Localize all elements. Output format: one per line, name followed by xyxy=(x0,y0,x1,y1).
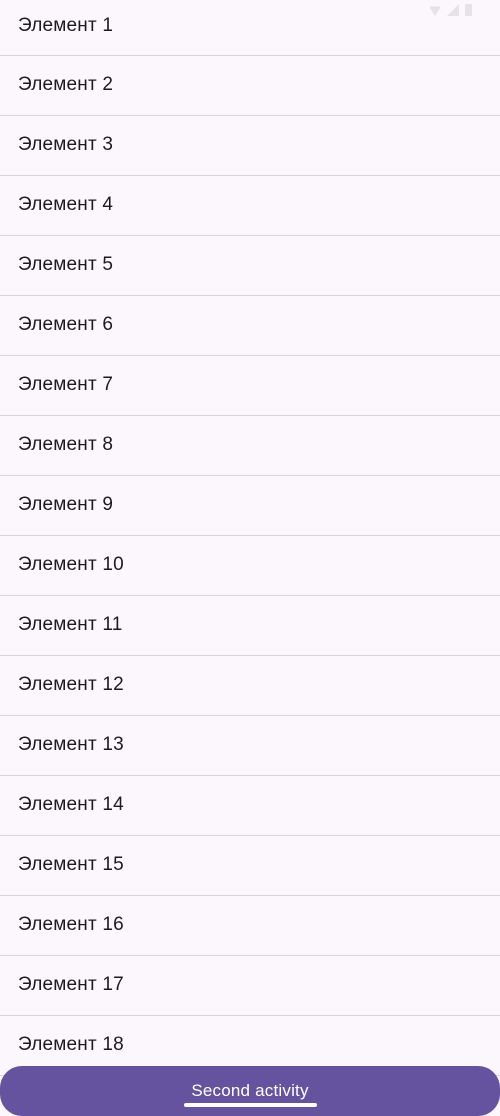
list-item[interactable]: Элемент 11 xyxy=(0,596,500,656)
list-item-label: Элемент 13 xyxy=(18,734,124,755)
list-item[interactable]: Элемент 17 xyxy=(0,956,500,1016)
list-item[interactable]: Элемент 13 xyxy=(0,716,500,776)
list-item-label: Элемент 17 xyxy=(18,974,124,995)
list-item[interactable]: Элемент 8 xyxy=(0,416,500,476)
list-item[interactable]: Элемент 10 xyxy=(0,536,500,596)
list-item-label: Элемент 14 xyxy=(18,794,124,815)
list-item-label: Элемент 5 xyxy=(18,254,114,275)
list-item[interactable]: Элемент 5 xyxy=(0,236,500,296)
list-item-label: Элемент 9 xyxy=(18,494,114,515)
gesture-navigation-bar[interactable] xyxy=(184,1103,317,1107)
list-item-label: Элемент 1 xyxy=(18,15,114,36)
second-activity-button[interactable]: Second activity xyxy=(0,1066,500,1116)
list-item-label: Элемент 2 xyxy=(18,74,114,95)
list-item-label: Элемент 11 xyxy=(18,614,123,635)
list-item-label: Элемент 6 xyxy=(18,314,114,335)
list-item[interactable]: Элемент 4 xyxy=(0,176,500,236)
list-item-label: Элемент 15 xyxy=(18,854,124,875)
list-item[interactable]: Элемент 2 xyxy=(0,56,500,116)
list-item-label: Элемент 12 xyxy=(18,674,124,695)
list-item[interactable]: Элемент 9 xyxy=(0,476,500,536)
list-item-label: Элемент 8 xyxy=(18,434,114,455)
list-item-label: Элемент 4 xyxy=(18,194,114,215)
list-item[interactable]: Элемент 6 xyxy=(0,296,500,356)
screen: Элемент 1 Элемент 2 Элемент 3 Элемент 4 … xyxy=(0,0,500,1116)
list-item[interactable]: Элемент 1 xyxy=(0,0,500,56)
list-item-label: Элемент 16 xyxy=(18,914,124,935)
list-item[interactable]: Элемент 3 xyxy=(0,116,500,176)
list-item[interactable]: Элемент 7 xyxy=(0,356,500,416)
list-item-label: Элемент 7 xyxy=(18,374,114,395)
list-item-label: Элемент 10 xyxy=(18,554,124,575)
list-item[interactable]: Элемент 15 xyxy=(0,836,500,896)
items-list: Элемент 1 Элемент 2 Элемент 3 Элемент 4 … xyxy=(0,0,500,1076)
list-item-label: Элемент 18 xyxy=(18,1034,124,1055)
list-item[interactable]: Элемент 16 xyxy=(0,896,500,956)
list-item-label: Элемент 3 xyxy=(18,134,114,155)
second-activity-label: Second activity xyxy=(191,1081,309,1100)
list-item[interactable]: Элемент 12 xyxy=(0,656,500,716)
list-item[interactable]: Элемент 14 xyxy=(0,776,500,836)
